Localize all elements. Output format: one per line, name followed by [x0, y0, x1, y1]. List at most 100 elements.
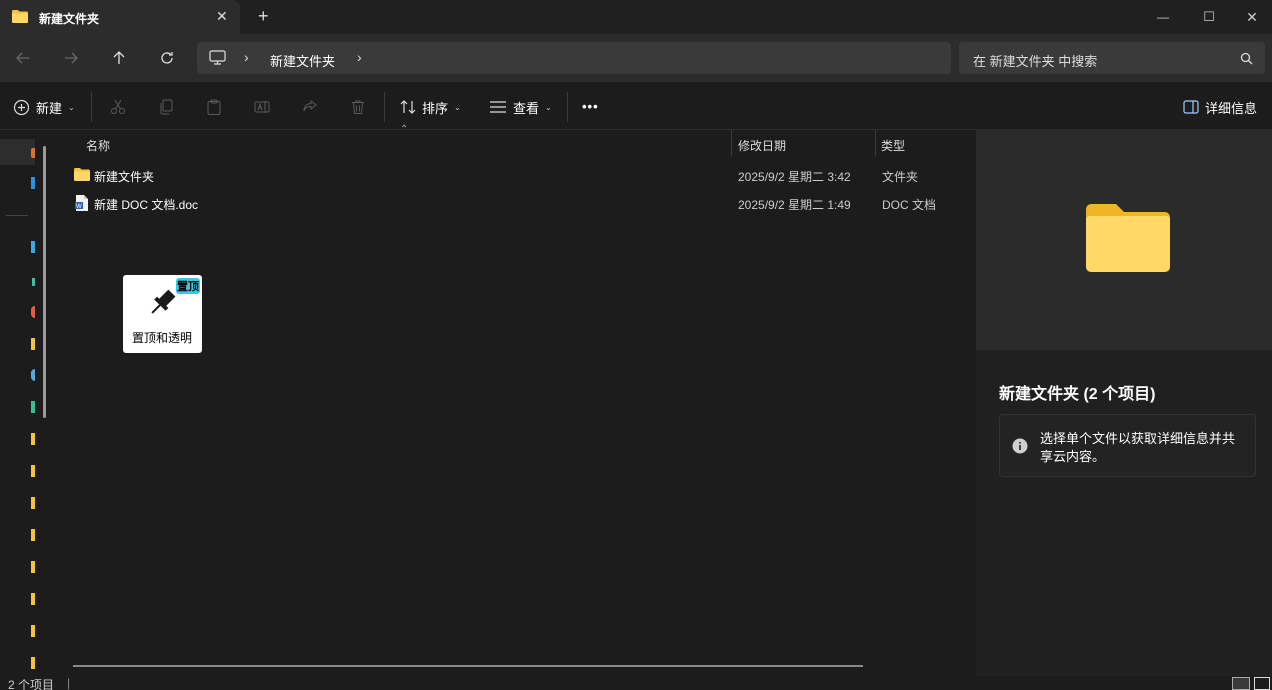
- folder-icon[interactable]: [31, 433, 35, 445]
- folder-icon[interactable]: [31, 465, 35, 477]
- toolbar-divider: [91, 92, 92, 122]
- folder-icon: [12, 10, 28, 23]
- arrow-left-icon: [16, 52, 29, 64]
- toolbar-divider: [384, 92, 385, 122]
- arrow-up-icon: [113, 51, 125, 64]
- column-divider[interactable]: [875, 130, 876, 156]
- file-row[interactable]: 新建文件夹 2025/9/2 星期二 3:42 文件夹: [73, 162, 970, 188]
- view-label: 查看: [513, 100, 540, 116]
- folder-icon[interactable]: [31, 529, 35, 541]
- details-preview: [976, 130, 1272, 350]
- minimize-icon: —: [1157, 10, 1169, 24]
- sort-button[interactable]: 排序 ⌄: [400, 96, 461, 118]
- close-window-button[interactable]: ✕: [1232, 0, 1272, 34]
- sort-up-icon: ⌃: [400, 124, 409, 135]
- search-box[interactable]: 在 新建文件夹 中搜索: [959, 42, 1265, 74]
- tab-title: 新建文件夹: [39, 12, 100, 26]
- tab-active[interactable]: 新建文件夹 ✕: [0, 0, 240, 34]
- more-options-icon[interactable]: •••: [582, 99, 599, 114]
- maximize-button[interactable]: ☐: [1186, 0, 1232, 34]
- tiles-view-icon[interactable]: [1254, 677, 1270, 690]
- gallery-icon[interactable]: [31, 177, 35, 189]
- item-count: 2 个项目: [8, 678, 55, 690]
- svg-text:W: W: [76, 204, 82, 210]
- address-bar[interactable]: › 新建文件夹 ›: [197, 42, 951, 74]
- rename-icon[interactable]: [254, 99, 270, 115]
- refresh-icon: [161, 52, 173, 64]
- command-bar: [0, 82, 1272, 130]
- copy-icon[interactable]: [158, 99, 174, 115]
- nav-scrollbar[interactable]: [43, 146, 46, 418]
- sort-label: 排序: [422, 100, 449, 116]
- view-list-icon: [490, 101, 506, 113]
- column-header-type[interactable]: 类型: [881, 137, 905, 154]
- up-button[interactable]: [105, 46, 133, 70]
- toolbar-divider: [567, 92, 568, 122]
- file-modified: 2025/9/2 星期二 3:42: [738, 170, 851, 184]
- forward-button[interactable]: [57, 46, 85, 70]
- details-info-text: 选择单个文件以获取详细信息并共享云内容。: [1040, 431, 1236, 464]
- folder-icon[interactable]: [31, 625, 35, 637]
- back-button[interactable]: [9, 46, 37, 70]
- nav-divider: [6, 215, 28, 216]
- refresh-button[interactable]: [153, 46, 181, 70]
- breadcrumb-chevron-icon[interactable]: ›: [357, 49, 362, 65]
- file-row[interactable]: W 新建 DOC 文档.doc 2025/9/2 星期二 1:49 DOC 文档: [73, 190, 970, 216]
- new-tab-button[interactable]: +: [258, 6, 269, 27]
- computer-icon: [209, 50, 226, 65]
- share-icon[interactable]: [302, 99, 318, 115]
- cut-icon[interactable]: [110, 99, 126, 115]
- search-icon: [1240, 52, 1253, 65]
- pin-icon: [151, 289, 176, 314]
- downloads-icon[interactable]: [32, 278, 35, 286]
- home-icon[interactable]: [31, 148, 35, 158]
- tab-close-icon[interactable]: ✕: [216, 8, 228, 25]
- videos-icon[interactable]: [31, 401, 35, 413]
- delete-icon[interactable]: [350, 99, 366, 115]
- details-pane-button[interactable]: 详细信息: [1183, 96, 1257, 118]
- large-folder-icon: [1086, 204, 1170, 272]
- search-input[interactable]: 在 新建文件夹 中搜索: [973, 51, 1097, 70]
- file-name: 新建文件夹: [94, 170, 155, 184]
- details-info-box: 选择单个文件以获取详细信息并共享云内容。: [999, 414, 1256, 477]
- horizontal-scrollbar[interactable]: [73, 665, 863, 667]
- column-header-modified[interactable]: 修改日期: [738, 137, 786, 154]
- arrow-right-icon: [65, 52, 78, 64]
- word-doc-icon: W: [75, 195, 88, 211]
- minimize-button[interactable]: —: [1140, 0, 1186, 34]
- maximize-icon: ☐: [1203, 9, 1215, 24]
- folder-icon[interactable]: [31, 657, 35, 669]
- folder-icon[interactable]: [31, 593, 35, 605]
- chevron-down-icon: ⌄: [545, 102, 552, 112]
- folder-icon[interactable]: [31, 561, 35, 573]
- file-type: DOC 文档: [882, 198, 937, 212]
- status-divider: |: [67, 676, 71, 690]
- plus-circle-icon: [13, 99, 30, 115]
- status-bar: 2 个项目 |: [0, 676, 1272, 690]
- info-icon: [1012, 438, 1028, 454]
- folder-icon[interactable]: [31, 338, 35, 350]
- details-label: 详细信息: [1205, 100, 1258, 116]
- new-button[interactable]: 新建 ⌄: [13, 96, 75, 118]
- paste-icon[interactable]: [206, 99, 222, 115]
- chevron-down-icon: ⌄: [68, 102, 75, 112]
- desktop-icon[interactable]: [31, 241, 35, 253]
- folder-icon[interactable]: [31, 497, 35, 509]
- file-name: 新建 DOC 文档.doc: [94, 198, 199, 212]
- close-icon: ✕: [1246, 8, 1258, 25]
- music-icon[interactable]: [31, 369, 35, 381]
- pictures-icon[interactable]: [31, 306, 35, 318]
- sort-icon: [400, 100, 416, 114]
- nav-selected-item[interactable]: [0, 139, 35, 165]
- view-button[interactable]: 查看 ⌄: [489, 96, 552, 118]
- chevron-down-icon: ⌄: [454, 102, 461, 112]
- new-label: 新建: [36, 100, 63, 116]
- pin-badge: 置顶: [176, 278, 200, 294]
- details-view-icon[interactable]: [1232, 677, 1250, 690]
- file-modified: 2025/9/2 星期二 1:49: [738, 198, 851, 212]
- column-header-name[interactable]: 名称: [86, 137, 110, 154]
- column-divider[interactable]: [731, 130, 732, 156]
- breadcrumb-chevron-icon[interactable]: ›: [244, 49, 249, 65]
- details-pane-icon: [1183, 100, 1199, 114]
- breadcrumb-folder[interactable]: 新建文件夹: [270, 51, 335, 70]
